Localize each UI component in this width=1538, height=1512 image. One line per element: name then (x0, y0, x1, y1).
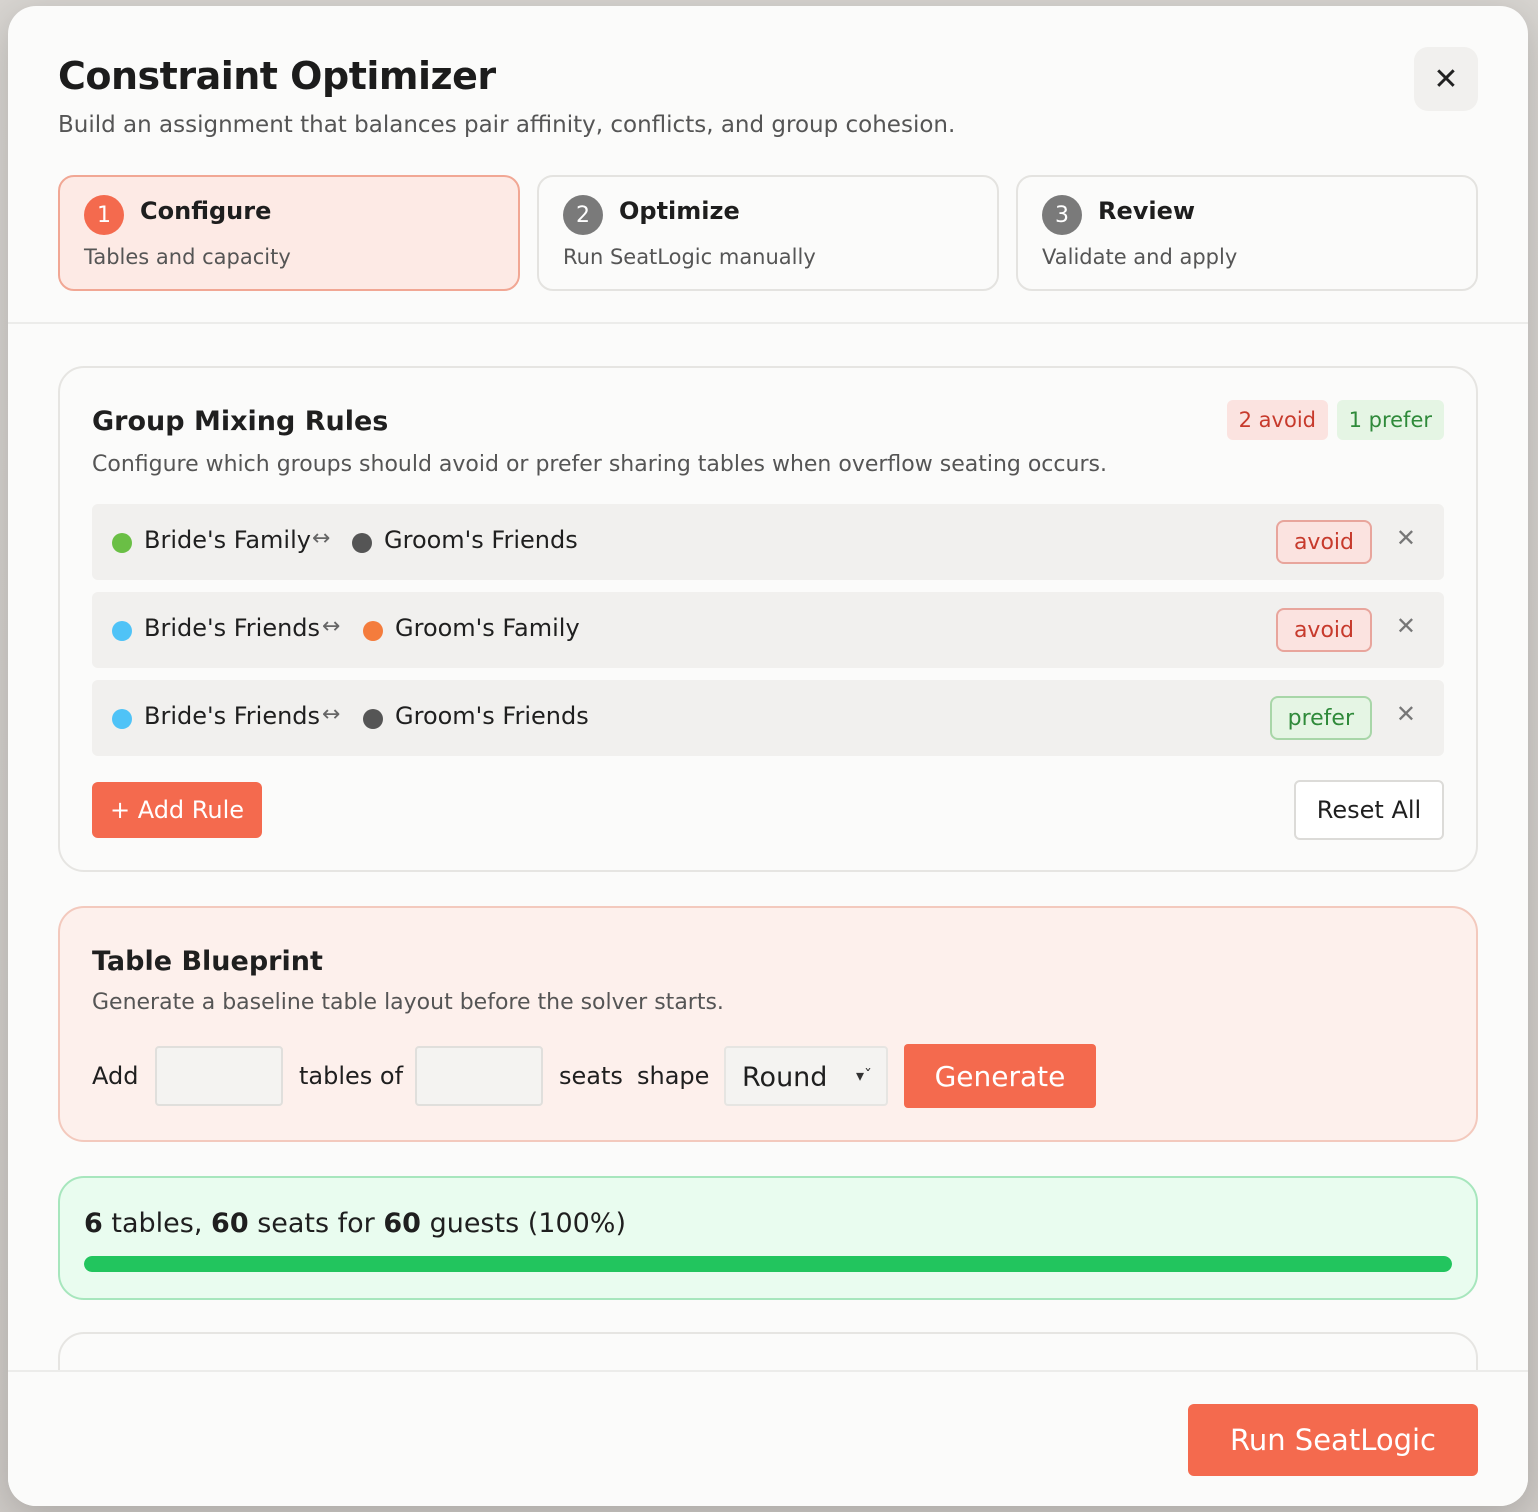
capacity-progress-fill (84, 1256, 1452, 1272)
group-a-label: Bride's Friends (144, 614, 321, 642)
tables-word: tables, (111, 1208, 203, 1239)
prefer-count-badge: 1 prefer (1336, 400, 1444, 440)
step-number: 2 (563, 195, 603, 235)
seat-count: 60 (211, 1208, 249, 1239)
step-title: Optimize (619, 197, 740, 225)
group-b-label: Groom's Friends (384, 526, 578, 554)
step-number: 1 (84, 195, 124, 235)
seats-label: seats (559, 1062, 623, 1090)
rule-row: Bride's Family ↔ Groom's Friends avoid ✕ (92, 504, 1444, 580)
group-mixing-rules-card: Group Mixing Rules Configure which group… (58, 366, 1478, 872)
remove-rule-icon[interactable]: ✕ (1396, 612, 1416, 640)
add-label: Add (92, 1062, 139, 1090)
step-description: Tables and capacity (84, 245, 291, 269)
seat-count-input[interactable] (415, 1046, 543, 1106)
table-count-input[interactable] (155, 1046, 283, 1106)
shape-label: shape (637, 1062, 710, 1090)
group-b-label: Groom's Family (395, 614, 580, 642)
group-a-label: Bride's Friends (144, 702, 321, 730)
group-color-dot (112, 533, 132, 553)
generate-button[interactable]: Generate (904, 1044, 1096, 1108)
dialog-subtitle: Build an assignment that balances pair a… (58, 112, 956, 138)
group-color-dot (112, 709, 132, 729)
next-section-card (58, 1332, 1478, 1370)
rule-type-toggle[interactable]: avoid (1275, 608, 1372, 652)
shape-select[interactable]: Round ▾ˇ (724, 1046, 888, 1106)
rules-description: Configure which groups should avoid or p… (92, 452, 1107, 477)
remove-rule-icon[interactable]: ✕ (1396, 700, 1416, 728)
blueprint-form-row: Add tables of seats shape Round ▾ˇ Gener… (92, 1044, 1432, 1108)
table-count: 6 (84, 1208, 103, 1239)
seats-word: seats for (257, 1208, 375, 1239)
reset-all-button[interactable]: Reset All (1294, 780, 1444, 840)
group-color-dot (112, 621, 132, 641)
group-color-dot (363, 709, 383, 729)
chevron-down-icon: ▾ˇ (855, 1066, 872, 1085)
capacity-summary-card: 6 tables, 60 seats for 60 guests (100%) (58, 1176, 1478, 1300)
group-color-dot (363, 621, 383, 641)
rule-type-toggle[interactable]: avoid (1275, 520, 1372, 564)
step-configure[interactable]: 1 Configure Tables and capacity (58, 175, 520, 291)
guest-count: 60 (383, 1208, 421, 1239)
rule-row: Bride's Friends ↔ Groom's Friends prefer… (92, 680, 1444, 756)
dialog-title: Constraint Optimizer (58, 54, 496, 98)
capacity-summary-text: 6 tables, 60 seats for 60 guests (100%) (84, 1208, 626, 1239)
bidirectional-arrow-icon: ↔ (322, 614, 341, 639)
step-number: 3 (1042, 195, 1082, 235)
rules-title: Group Mixing Rules (92, 406, 389, 437)
blueprint-description: Generate a baseline table layout before … (92, 990, 724, 1015)
table-blueprint-card: Table Blueprint Generate a baseline tabl… (58, 906, 1478, 1142)
avoid-count-badge: 2 avoid (1226, 400, 1328, 440)
rule-type-toggle[interactable]: prefer (1269, 696, 1372, 740)
step-description: Run SeatLogic manually (563, 245, 816, 269)
guests-word: guests (100%) (429, 1208, 626, 1239)
dialog-header: Constraint Optimizer Build an assignment… (8, 6, 1528, 324)
blueprint-title: Table Blueprint (92, 946, 323, 977)
shape-select-value: Round (742, 1062, 828, 1093)
run-seatlogic-button[interactable]: Run SeatLogic (1188, 1404, 1478, 1476)
group-b-label: Groom's Friends (395, 702, 589, 730)
constraint-optimizer-dialog: Constraint Optimizer Build an assignment… (8, 6, 1528, 1506)
step-title: Review (1098, 197, 1196, 225)
rule-row: Bride's Friends ↔ Groom's Family avoid ✕ (92, 592, 1444, 668)
dialog-body[interactable]: Group Mixing Rules Configure which group… (8, 326, 1528, 1370)
capacity-progress-bar (84, 1256, 1452, 1272)
tables-of-label: tables of (299, 1062, 404, 1090)
stepper: 1 Configure Tables and capacity 2 Optimi… (58, 175, 1478, 291)
remove-rule-icon[interactable]: ✕ (1396, 524, 1416, 552)
dialog-footer: Run SeatLogic (8, 1370, 1528, 1506)
close-button[interactable]: ✕ (1414, 47, 1478, 111)
add-rule-button[interactable]: + Add Rule (92, 782, 262, 838)
bidirectional-arrow-icon: ↔ (312, 526, 331, 551)
group-color-dot (352, 533, 372, 553)
step-review[interactable]: 3 Review Validate and apply (1016, 175, 1478, 291)
step-description: Validate and apply (1042, 245, 1238, 269)
group-a-label: Bride's Family (144, 526, 311, 554)
close-icon: ✕ (1433, 61, 1459, 97)
step-title: Configure (140, 197, 272, 225)
step-optimize[interactable]: 2 Optimize Run SeatLogic manually (537, 175, 999, 291)
bidirectional-arrow-icon: ↔ (322, 702, 341, 727)
